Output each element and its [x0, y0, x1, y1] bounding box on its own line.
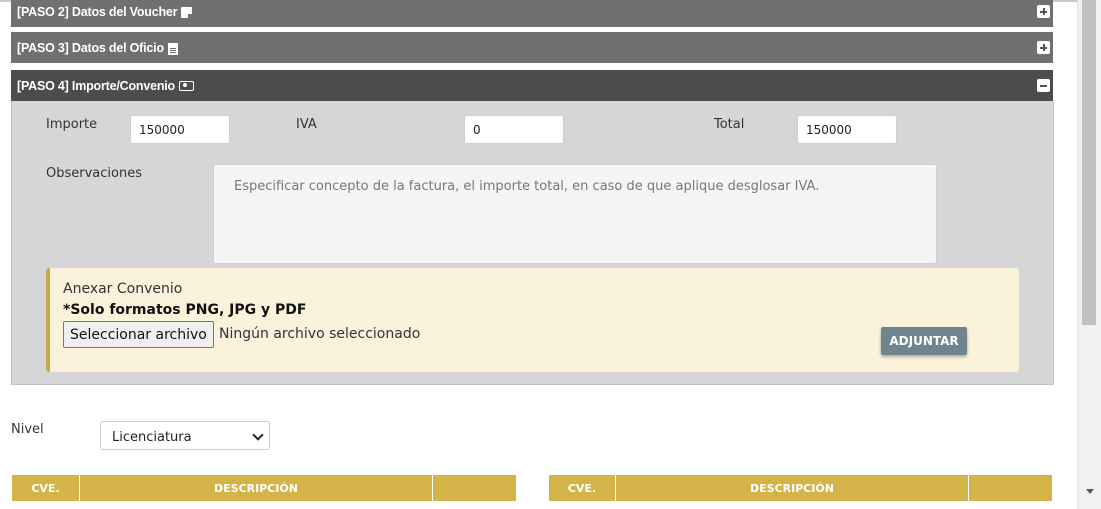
select-file-button[interactable]: Seleccionar archivo: [63, 321, 214, 348]
total-label: Total: [714, 117, 745, 132]
col-extra: [433, 475, 516, 501]
collapse-icon[interactable]: [1037, 79, 1050, 92]
observaciones-textarea[interactable]: [213, 164, 937, 264]
importe-input[interactable]: [130, 115, 230, 144]
col-cve[interactable]: CVE.: [12, 475, 80, 501]
nivel-label: Nivel: [11, 422, 44, 437]
panel-paso3-title: [PASO 3] Datos del Oficio: [17, 40, 164, 55]
col-extra: [969, 475, 1052, 501]
expand-icon[interactable]: [1037, 41, 1050, 54]
adjuntar-button[interactable]: ADJUNTAR: [881, 327, 967, 355]
left-table-header: CVE. DESCRIPCIÓN: [12, 475, 516, 501]
iva-input[interactable]: [464, 115, 564, 144]
col-descripcion[interactable]: DESCRIPCIÓN: [80, 475, 433, 501]
total-input[interactable]: [797, 115, 897, 144]
panel-paso2-title: [PASO 2] Datos del Voucher: [17, 4, 178, 19]
col-descripcion[interactable]: DESCRIPCIÓN: [616, 475, 969, 501]
expand-icon[interactable]: [1037, 5, 1050, 18]
attach-format-note: *Solo formatos PNG, JPG y PDF: [63, 302, 307, 318]
nivel-selected-value: Licenciatura: [112, 430, 192, 445]
col-cve[interactable]: CVE.: [549, 475, 616, 501]
scroll-down-arrow-icon[interactable]: [1086, 489, 1094, 494]
file-text-icon: [167, 42, 178, 55]
chevron-down-icon: [252, 429, 264, 441]
money-icon: [178, 80, 194, 91]
right-table-header: CVE. DESCRIPCIÓN: [549, 475, 1052, 501]
vertical-scrollbar[interactable]: [1077, 0, 1101, 509]
observaciones-label: Observaciones: [46, 166, 142, 181]
iva-label: IVA: [296, 117, 317, 132]
importe-label: Importe: [46, 117, 98, 132]
panel-paso4-title: [PASO 4] Importe/Convenio: [17, 78, 175, 93]
file-status-text: Ningún archivo seleccionado: [219, 326, 421, 342]
nivel-select[interactable]: Licenciatura: [100, 421, 270, 450]
scrollbar-thumb[interactable]: [1082, 0, 1096, 325]
attach-title: Anexar Convenio: [63, 281, 183, 297]
panel-paso3-header[interactable]: [PASO 3] Datos del Oficio: [11, 32, 1053, 63]
page: [PASO 2] Datos del Voucher [PASO 3] Dato…: [0, 0, 1077, 509]
panel-paso4-header[interactable]: [PASO 4] Importe/Convenio: [11, 70, 1053, 101]
attach-convenio-box: Anexar Convenio *Solo formatos PNG, JPG …: [46, 268, 1019, 372]
note-icon: [181, 7, 193, 18]
panel-paso2-header[interactable]: [PASO 2] Datos del Voucher: [11, 0, 1053, 27]
